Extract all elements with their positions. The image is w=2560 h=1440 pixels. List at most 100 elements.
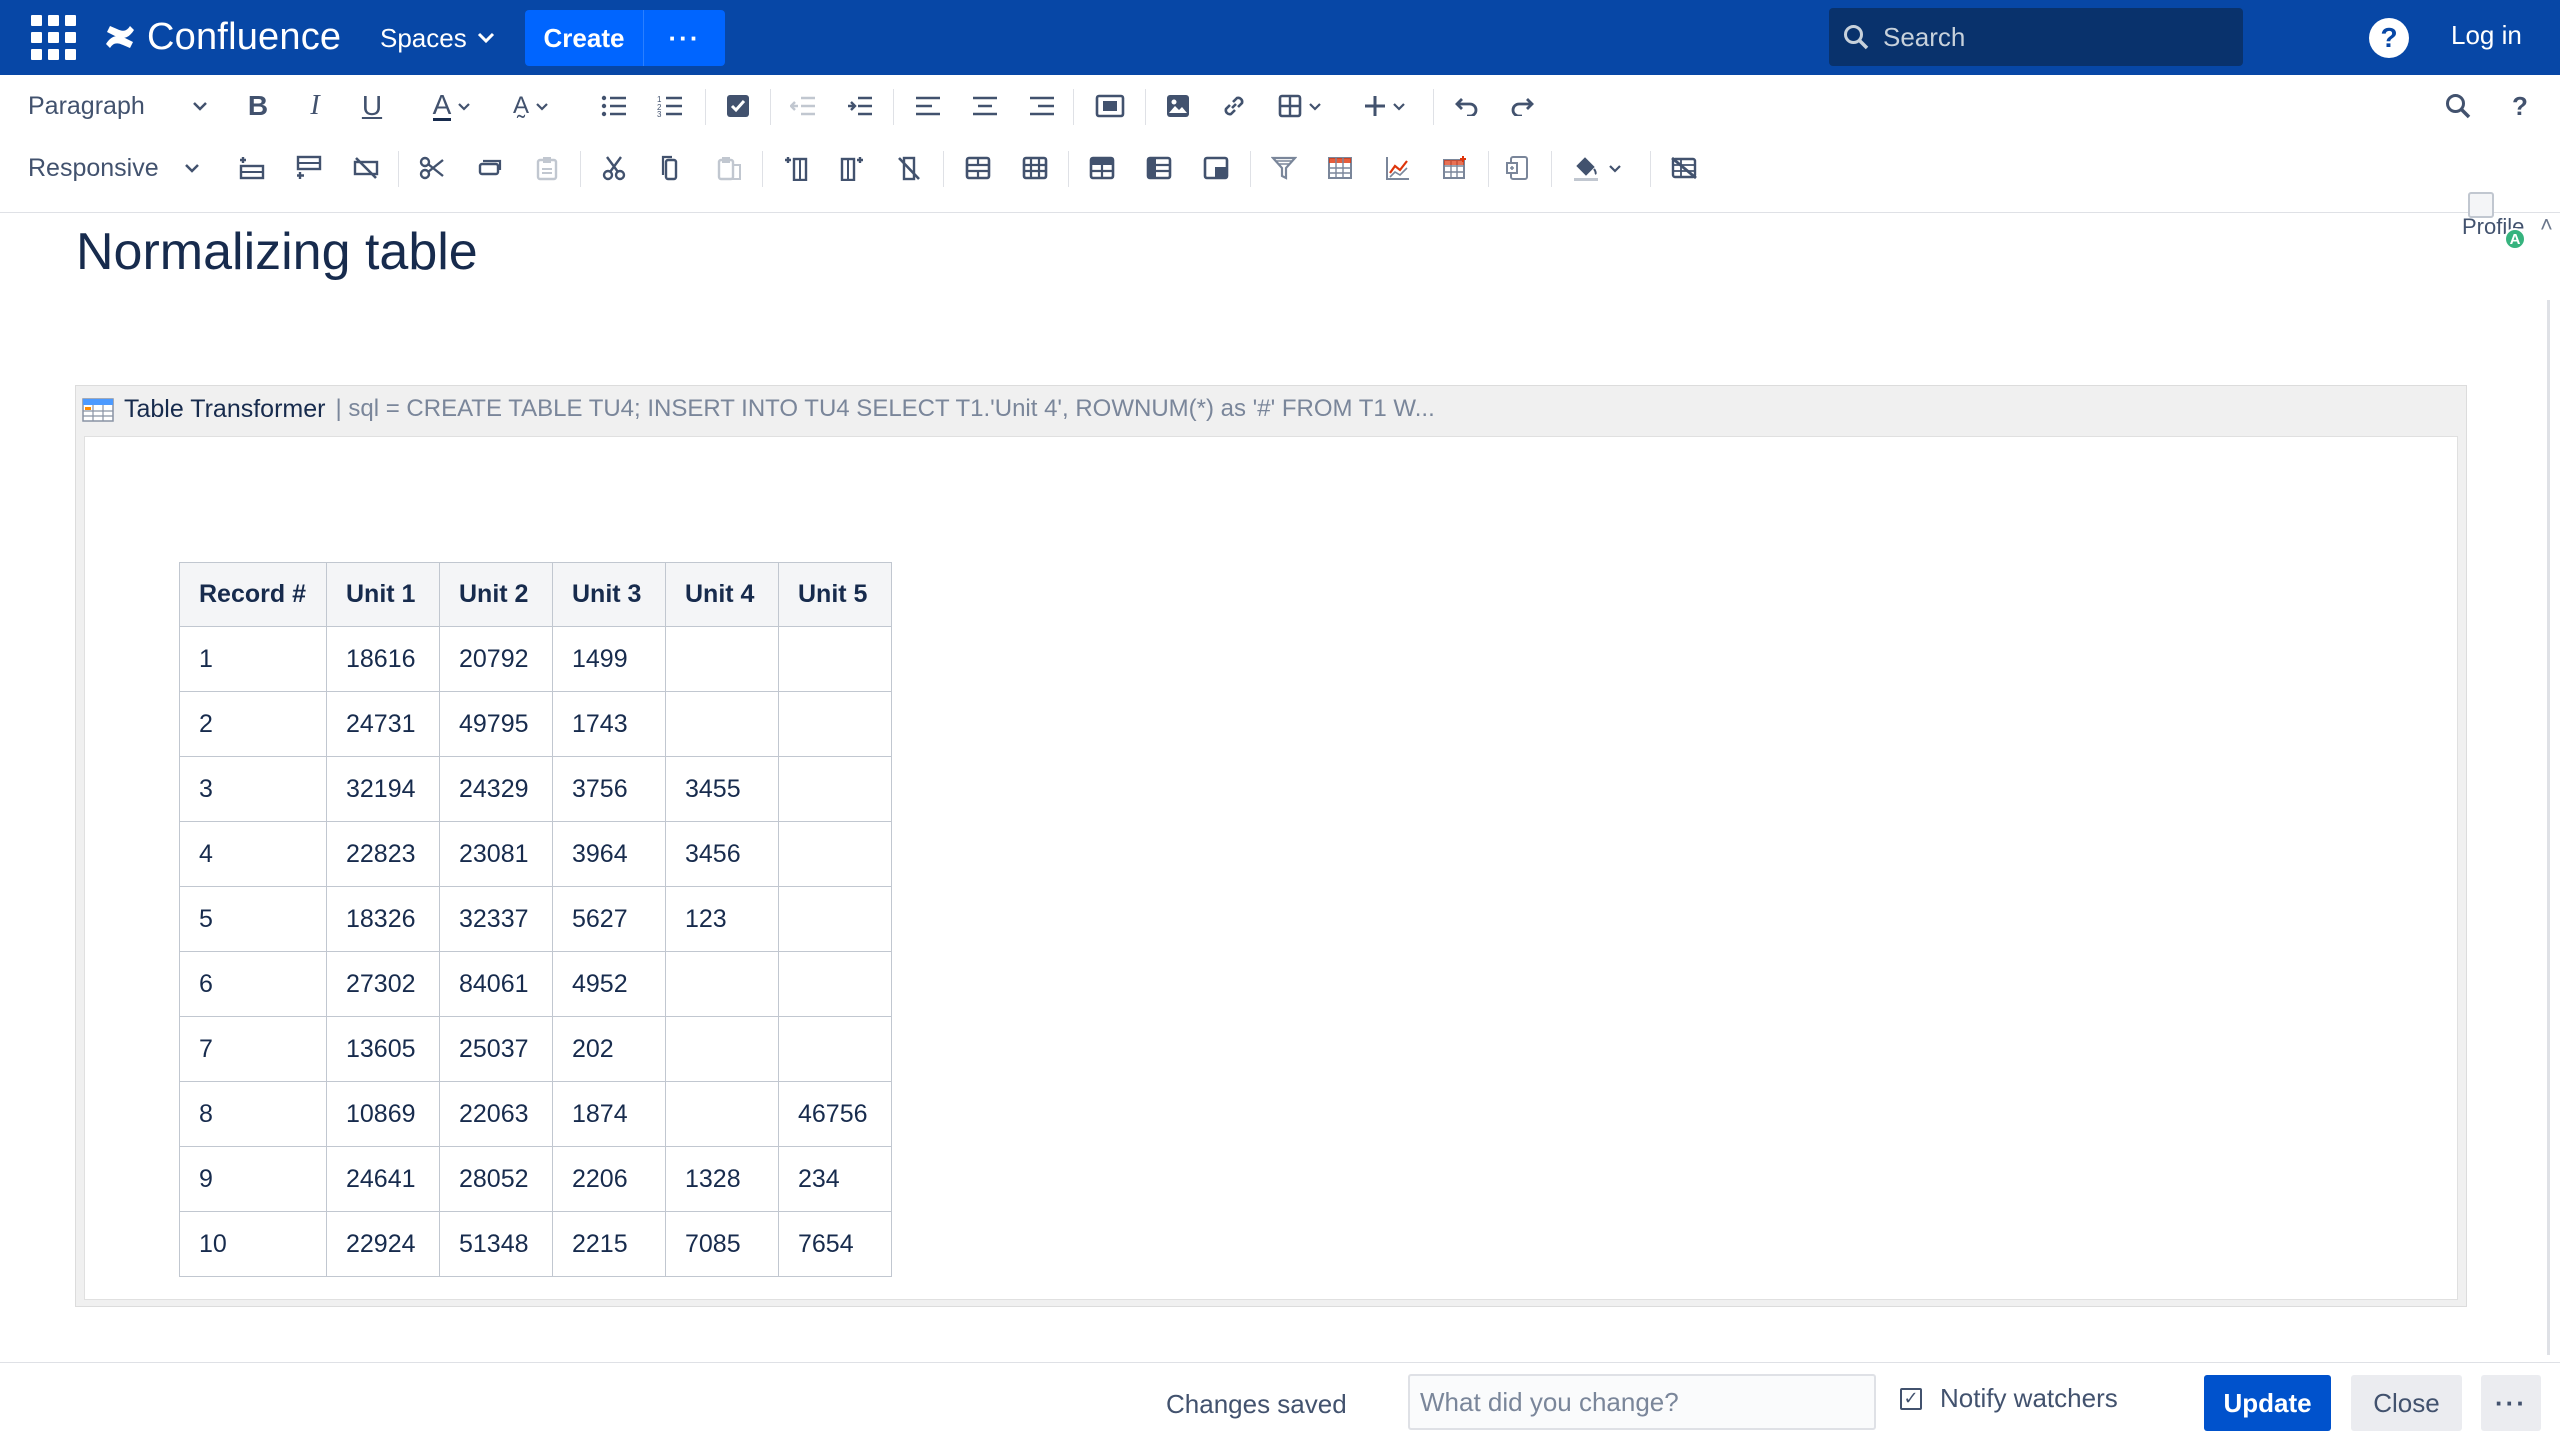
update-button[interactable]: Update xyxy=(2204,1375,2331,1431)
table-cell[interactable]: 51348 xyxy=(439,1211,553,1277)
table-cell[interactable]: 1499 xyxy=(552,626,666,692)
cut-column-icon[interactable] xyxy=(596,148,632,188)
table-cell[interactable] xyxy=(778,756,892,822)
table-transformer-icon[interactable] xyxy=(1437,148,1473,188)
confluence-logo[interactable]: Confluence xyxy=(103,12,341,62)
table-cell[interactable]: 4952 xyxy=(552,951,666,1017)
table-cell[interactable]: 1874 xyxy=(552,1081,666,1147)
paste-row-icon[interactable] xyxy=(529,148,565,188)
spaces-menu[interactable]: Spaces xyxy=(380,16,495,60)
paste-column-icon[interactable] xyxy=(711,148,747,188)
header-row-icon[interactable] xyxy=(1084,148,1120,188)
table-header-cell[interactable]: Record # xyxy=(179,562,327,627)
chart-from-table-icon[interactable] xyxy=(1380,148,1416,188)
table-cell[interactable]: 7654 xyxy=(778,1211,892,1277)
table-cell[interactable]: 24329 xyxy=(439,756,553,822)
table-cell[interactable] xyxy=(665,1081,779,1147)
table-cell[interactable]: 10 xyxy=(179,1211,327,1277)
table-cell[interactable] xyxy=(778,626,892,692)
column-insert-after-icon[interactable] xyxy=(834,148,870,188)
create-button[interactable]: Create xyxy=(525,10,643,66)
notify-watchers-checkbox[interactable]: ✓ Notify watchers xyxy=(1900,1383,2118,1414)
table-cell[interactable] xyxy=(665,951,779,1017)
underline-icon[interactable]: U xyxy=(354,86,390,126)
table-cell[interactable] xyxy=(778,1016,892,1082)
search-input[interactable] xyxy=(1883,21,2223,53)
redo-icon[interactable] xyxy=(1505,86,1541,126)
table-cell[interactable]: 24641 xyxy=(326,1146,440,1212)
bold-icon[interactable]: B xyxy=(240,86,276,126)
vertical-scrollbar[interactable] xyxy=(2547,300,2550,1355)
table-cell[interactable]: 18326 xyxy=(326,886,440,952)
delete-table-icon[interactable] xyxy=(1666,148,1702,188)
table-cell[interactable]: 202 xyxy=(552,1016,666,1082)
table-macro-icon[interactable] xyxy=(1500,148,1536,188)
table-cell[interactable]: 3455 xyxy=(665,756,779,822)
table-cell[interactable] xyxy=(665,1016,779,1082)
table-cell[interactable]: 46756 xyxy=(778,1081,892,1147)
cell-color-button[interactable] xyxy=(1565,148,1629,188)
table-cell[interactable]: 13605 xyxy=(326,1016,440,1082)
row-insert-after-icon[interactable] xyxy=(291,148,327,188)
table-cell[interactable]: 32194 xyxy=(326,756,440,822)
close-button[interactable]: Close xyxy=(2351,1375,2462,1431)
link-icon[interactable] xyxy=(1216,86,1252,126)
table-cell[interactable]: 10869 xyxy=(326,1081,440,1147)
indent-icon[interactable] xyxy=(842,86,878,126)
table-cell[interactable]: 2206 xyxy=(552,1146,666,1212)
table-cell[interactable]: 1 xyxy=(179,626,327,692)
collapse-caret-icon[interactable]: ˄ xyxy=(2540,212,2553,238)
table-cell[interactable]: 8 xyxy=(179,1081,327,1147)
profile-avatar[interactable]: Profile A xyxy=(2462,192,2532,250)
table-cell[interactable]: 7 xyxy=(179,1016,327,1082)
table-cell[interactable]: 84061 xyxy=(439,951,553,1017)
table-cell[interactable]: 20792 xyxy=(439,626,553,692)
table-header-cell[interactable]: Unit 1 xyxy=(326,562,440,627)
page-layout-icon[interactable] xyxy=(1090,86,1130,126)
header-column-icon[interactable] xyxy=(1141,148,1177,188)
table-cell[interactable]: 22924 xyxy=(326,1211,440,1277)
align-right-icon[interactable] xyxy=(1024,86,1060,126)
table-cell[interactable] xyxy=(778,886,892,952)
change-comment-input[interactable] xyxy=(1408,1374,1876,1430)
insert-table-button[interactable] xyxy=(1270,86,1330,126)
data-table[interactable]: Record # Unit 1 Unit 2 Unit 3 Unit 4 Uni… xyxy=(179,562,892,1277)
table-header-cell[interactable]: Unit 5 xyxy=(778,562,892,627)
page-title[interactable]: Normalizing table xyxy=(76,222,478,282)
table-cell[interactable]: 22823 xyxy=(326,821,440,887)
column-insert-before-icon[interactable] xyxy=(778,148,814,188)
table-cell[interactable]: 32337 xyxy=(439,886,553,952)
copy-column-icon[interactable] xyxy=(653,148,689,188)
table-cell[interactable]: 234 xyxy=(778,1146,892,1212)
image-icon[interactable] xyxy=(1160,86,1196,126)
table-cell[interactable]: 2 xyxy=(179,691,327,757)
table-cell[interactable]: 3 xyxy=(179,756,327,822)
column-delete-icon[interactable] xyxy=(891,148,927,188)
help-icon[interactable]: ? xyxy=(2369,18,2409,58)
table-cell[interactable]: 1743 xyxy=(552,691,666,757)
table-transformer-macro[interactable]: Table Transformer | sql = CREATE TABLE T… xyxy=(75,385,2467,1307)
table-cell[interactable]: 6 xyxy=(179,951,327,1017)
table-cell[interactable]: 5627 xyxy=(552,886,666,952)
cut-row-icon[interactable] xyxy=(414,148,450,188)
pivot-table-icon[interactable] xyxy=(1322,148,1358,188)
table-cell[interactable]: 4 xyxy=(179,821,327,887)
table-cell[interactable]: 28052 xyxy=(439,1146,553,1212)
paragraph-style-dropdown[interactable]: Paragraph xyxy=(28,86,208,126)
row-insert-before-icon[interactable] xyxy=(234,148,270,188)
undo-icon[interactable] xyxy=(1448,86,1484,126)
align-center-icon[interactable] xyxy=(967,86,1003,126)
table-cell[interactable]: 3756 xyxy=(552,756,666,822)
numbered-list-icon[interactable]: 123 xyxy=(652,86,688,126)
more-options-button[interactable]: ··· xyxy=(2481,1375,2541,1431)
table-filter-icon[interactable] xyxy=(1266,148,1302,188)
editor-help-icon[interactable]: ? xyxy=(2502,86,2538,126)
text-color-button[interactable]: A xyxy=(420,86,484,126)
split-cells-icon[interactable] xyxy=(1017,148,1053,188)
table-header-cell[interactable]: Unit 4 xyxy=(665,562,779,627)
table-cell[interactable] xyxy=(778,951,892,1017)
table-cell[interactable] xyxy=(665,626,779,692)
merge-cells-icon[interactable] xyxy=(960,148,996,188)
checkbox-checked-icon[interactable]: ✓ xyxy=(1900,1387,1922,1410)
table-header-cell[interactable]: Unit 3 xyxy=(552,562,666,627)
